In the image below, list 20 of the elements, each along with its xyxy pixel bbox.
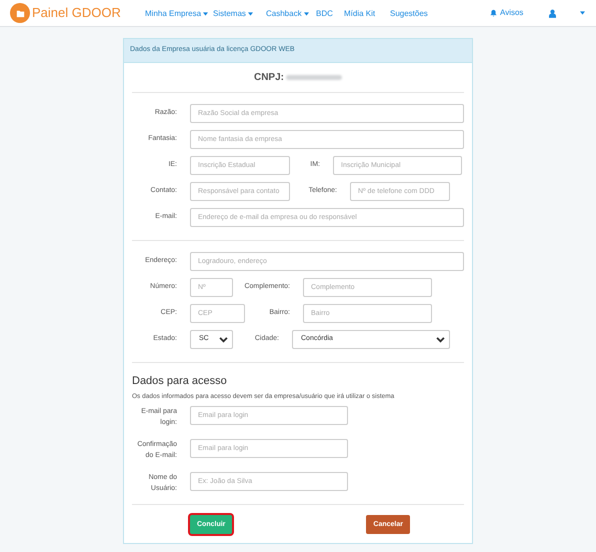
cnpj-label: CNPJ: (254, 71, 284, 85)
section-title: Dados para acesso (132, 374, 228, 389)
caret-icon (248, 12, 253, 16)
chevron-icon (436, 336, 445, 342)
chevron-icon (219, 336, 228, 342)
user-icon[interactable] (549, 8, 556, 18)
caret-icon (203, 12, 208, 16)
nav-link[interactable]: Cashback (266, 8, 309, 20)
logo-icon[interactable] (10, 3, 30, 23)
nav-link[interactable]: Sugestões (390, 8, 428, 20)
caret-icon (304, 12, 309, 16)
caret-icon[interactable] (580, 11, 585, 15)
nav-link[interactable]: Minha Empresa (145, 8, 208, 20)
alerts-link[interactable]: Avisos (490, 7, 524, 19)
nav-link[interactable]: Sistemas (213, 8, 253, 20)
nav-link[interactable]: BDC (316, 8, 333, 20)
nav-link[interactable]: Mídia Kit (344, 8, 376, 20)
brand-name[interactable]: Painel GDOOR (32, 3, 122, 23)
bell-icon (490, 9, 497, 17)
blurred-value (286, 75, 342, 80)
